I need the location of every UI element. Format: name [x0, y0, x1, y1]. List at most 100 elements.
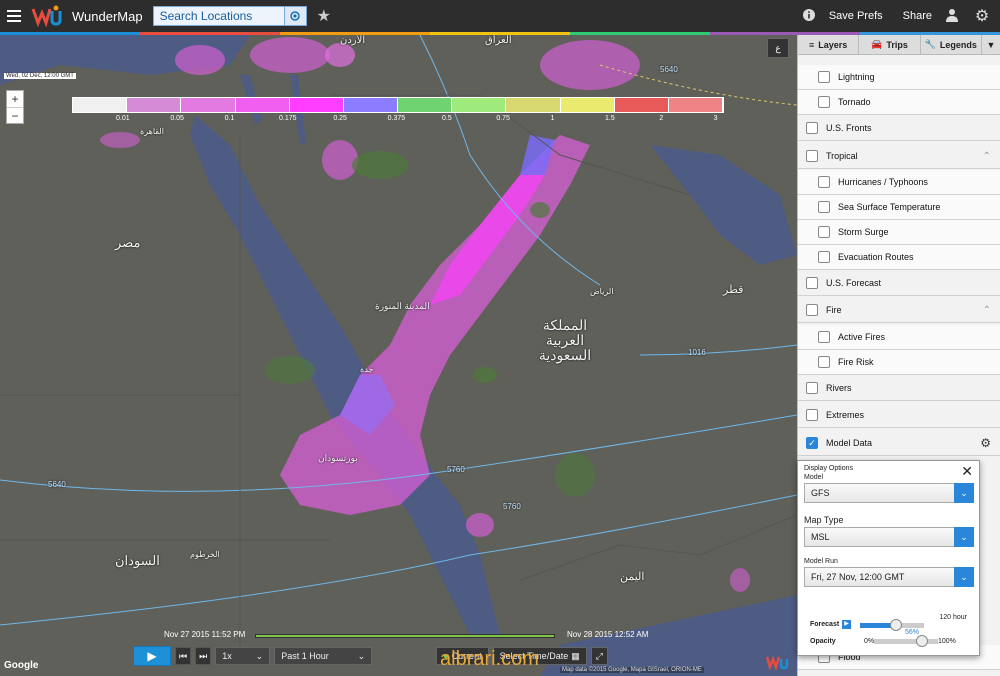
legend-swatch: [181, 98, 236, 112]
panel-collapse-icon[interactable]: ▼: [982, 35, 1000, 54]
checkbox[interactable]: [818, 96, 830, 108]
legend-swatch: [452, 98, 507, 112]
map-type-value: MSL: [811, 532, 830, 542]
checkbox[interactable]: ✓: [806, 437, 818, 449]
layer-row[interactable]: Evacuation Routes: [798, 245, 1000, 270]
layer-label: Rivers: [826, 383, 852, 393]
opacity-min-label: 0%: [864, 638, 875, 645]
layer-row[interactable]: Fire ⌃: [798, 298, 1000, 323]
checkbox[interactable]: [818, 71, 830, 83]
model-run-select[interactable]: Fri, 27 Nov, 12:00 GMT ⌄: [804, 567, 974, 587]
checkbox[interactable]: [806, 122, 818, 134]
model-value: GFS: [811, 488, 830, 498]
favorite-star-icon[interactable]: ★: [317, 6, 331, 26]
locate-icon[interactable]: [284, 6, 307, 26]
legend-tick: 1.5: [605, 115, 615, 122]
fullscreen-icon[interactable]: ⤢: [590, 647, 608, 665]
layer-label: Fire: [826, 305, 842, 315]
label-egypt: مصر: [115, 235, 141, 250]
layer-row[interactable]: Tropical ⌃: [798, 144, 1000, 169]
calendar-icon: ▦: [571, 650, 580, 661]
map-background: [0, 35, 797, 676]
label-khartoum: الخرطوم: [190, 550, 220, 559]
timeline-end: Nov 28 2015 12:52 AM: [567, 630, 649, 639]
info-icon[interactable]: [799, 8, 819, 25]
checkbox[interactable]: [806, 150, 818, 162]
layer-row[interactable]: Hurricanes / Typhoons: [798, 170, 1000, 195]
checkbox[interactable]: [818, 201, 830, 213]
step-back-icon[interactable]: ⏮: [175, 647, 192, 665]
checkbox[interactable]: [818, 251, 830, 263]
settings-gear-icon[interactable]: ⚙: [980, 436, 991, 450]
car-icon: 🚘: [871, 39, 883, 49]
opacity-slider-handle[interactable]: [916, 635, 928, 647]
chevron-up-icon[interactable]: ⌃: [983, 151, 991, 162]
forecast-slider[interactable]: [860, 619, 924, 631]
checkbox[interactable]: [806, 277, 818, 289]
tab-legends[interactable]: 🔧 Legends: [921, 35, 982, 54]
forecast-max-label: 120 hour: [939, 614, 967, 621]
time-range-select[interactable]: Past 1 Hour ⌄: [274, 647, 373, 665]
share-button[interactable]: Share: [903, 10, 932, 22]
display-options-popup: ✕ Display Options Model GFS ⌄ Map Type M…: [797, 460, 980, 656]
map-canvas[interactable]: Wed, 02 Dec, 12:00 GMT + − ع 0.01 0.05 0.1…: [0, 35, 797, 676]
checkbox[interactable]: [806, 304, 818, 316]
layer-row[interactable]: Sea Surface Temperature: [798, 195, 1000, 220]
timeline-progress-bar[interactable]: [255, 634, 555, 638]
layer-row[interactable]: Fire Risk: [798, 350, 1000, 375]
wu-logo[interactable]: [30, 4, 66, 28]
forecast-percent: 56%: [905, 629, 920, 636]
wu-small-logo-icon: [765, 653, 789, 671]
layer-row[interactable]: Lightning: [798, 65, 1000, 90]
layer-row[interactable]: U.S. Fronts: [798, 116, 1000, 141]
zoom-in-button[interactable]: +: [7, 91, 23, 107]
layer-row[interactable]: Rivers: [798, 376, 1000, 401]
label-port-sudan: بورتسودان: [318, 453, 358, 463]
layer-row[interactable]: Storm Surge: [798, 220, 1000, 245]
settings-gear-icon[interactable]: ⚙: [972, 6, 992, 26]
map-language-toggle[interactable]: ع: [767, 38, 789, 58]
legend-swatch: [289, 98, 344, 112]
checkbox[interactable]: [806, 382, 818, 394]
search-input[interactable]: Search Locations: [152, 6, 285, 26]
legend-tick: 0.05: [170, 115, 184, 122]
label-madinah: المدينة المنورة: [375, 301, 430, 311]
legend-swatch: [506, 98, 561, 112]
layer-row[interactable]: Active Fires: [798, 325, 1000, 350]
layer-row[interactable]: Extremes: [798, 403, 1000, 428]
model-run-label: Model Run: [804, 558, 838, 565]
opacity-slider[interactable]: [874, 635, 938, 647]
label-sudan: السودان: [115, 553, 160, 568]
zoom-out-button[interactable]: −: [7, 107, 23, 123]
isobar-label: 5640: [48, 480, 66, 489]
forecast-slider-handle[interactable]: [889, 619, 902, 631]
layer-row[interactable]: U.S. Forecast: [798, 271, 1000, 296]
close-icon[interactable]: ✕: [961, 463, 973, 480]
label-jeddah: جدة: [360, 365, 374, 374]
chevron-up-icon[interactable]: ⌃: [983, 305, 991, 316]
checkbox[interactable]: [806, 409, 818, 421]
layer-label: Hurricanes / Typhoons: [838, 177, 928, 187]
checkbox[interactable]: [818, 176, 830, 188]
step-forward-icon[interactable]: ⏭: [195, 647, 212, 665]
layers-icon: ≡: [809, 39, 815, 50]
forecast-play-icon[interactable]: ▶: [842, 620, 851, 629]
isobar-label: 1016: [688, 348, 706, 357]
isobar-label: 5640: [660, 65, 678, 74]
menu-icon[interactable]: [0, 0, 28, 32]
label-jordan: الأردن: [340, 35, 366, 46]
play-button[interactable]: ▶: [133, 646, 171, 666]
layer-row[interactable]: ✓ Model Data ⚙: [798, 431, 1000, 456]
checkbox[interactable]: [818, 331, 830, 343]
model-select[interactable]: GFS ⌄: [804, 483, 974, 503]
layer-row[interactable]: Tornado: [798, 90, 1000, 115]
watermark: albrari.com: [440, 648, 539, 670]
speed-select[interactable]: 1x ⌄: [215, 647, 271, 665]
user-icon[interactable]: [942, 8, 962, 25]
map-type-select[interactable]: MSL ⌄: [804, 527, 974, 547]
tab-layers[interactable]: ≡ Layers: [798, 35, 860, 54]
checkbox[interactable]: [818, 356, 830, 368]
save-prefs-button[interactable]: Save Prefs: [829, 10, 883, 22]
tab-trips[interactable]: 🚘 Trips: [859, 35, 921, 54]
checkbox[interactable]: [818, 226, 830, 238]
